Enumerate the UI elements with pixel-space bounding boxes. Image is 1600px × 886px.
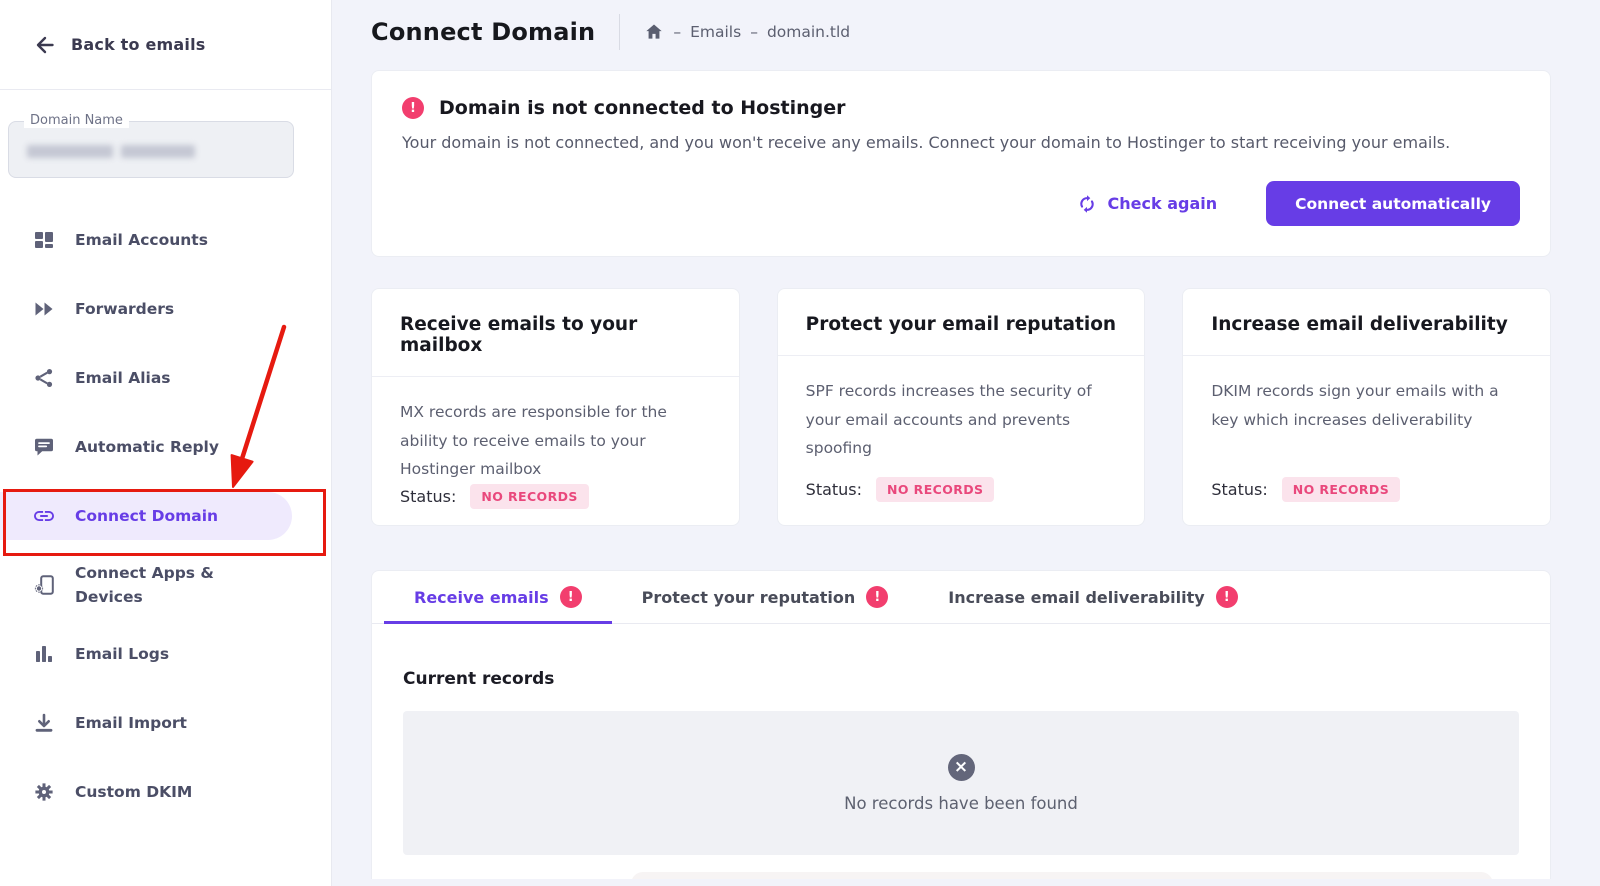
- status-label: Status:: [806, 480, 862, 499]
- share-nodes-icon: [32, 366, 56, 390]
- warning-badge-icon: !: [1216, 586, 1238, 608]
- sidebar-menu: Email Accounts Forwarders Email Alias Au…: [0, 216, 331, 816]
- sidebar-item-forwarders[interactable]: Forwarders: [0, 285, 331, 333]
- device-gear-icon: [32, 573, 56, 597]
- tab-receive-emails[interactable]: Receive emails !: [384, 571, 612, 623]
- status-badge: NO RECORDS: [470, 484, 588, 509]
- home-icon[interactable]: [644, 22, 664, 42]
- gear-icon: [32, 780, 56, 804]
- status-badge: NO RECORDS: [1282, 477, 1400, 502]
- sidebar-item-label: Connect Apps & Devices: [75, 561, 235, 609]
- bar-chart-icon: [32, 642, 56, 666]
- sidebar-item-label: Forwarders: [75, 297, 174, 321]
- redacted-domain-text: [121, 145, 195, 158]
- tab-protect-your-reputation[interactable]: Protect your reputation !: [612, 571, 919, 623]
- mx-records-card: Receive emails to your mailbox MX record…: [371, 288, 740, 526]
- sidebar-item-connect-apps-devices[interactable]: Connect Apps & Devices: [0, 561, 331, 609]
- page-title: Connect Domain: [371, 18, 595, 46]
- sidebar-item-automatic-reply[interactable]: Automatic Reply: [0, 423, 331, 471]
- status-badge: NO RECORDS: [876, 477, 994, 502]
- sidebar-item-label: Automatic Reply: [75, 435, 219, 459]
- alert-actions: Check again Connect automatically: [402, 181, 1520, 226]
- current-records-heading: Current records: [403, 669, 1519, 689]
- tab-increase-email-deliverability[interactable]: Increase email deliverability !: [918, 571, 1267, 623]
- chat-message-icon: [32, 435, 56, 459]
- breadcrumb-item-domain: domain.tld: [767, 23, 850, 41]
- header-divider: [619, 14, 620, 50]
- alert-description: Your domain is not connected, and you wo…: [402, 133, 1520, 152]
- sidebar-item-email-accounts[interactable]: Email Accounts: [0, 216, 331, 264]
- sidebar-item-custom-dkim[interactable]: Custom DKIM: [0, 768, 331, 816]
- card-title: Increase email deliverability: [1183, 289, 1550, 356]
- domain-name-field[interactable]: Domain Name: [8, 121, 294, 178]
- email-accounts-grid-icon: [32, 228, 56, 252]
- no-records-empty-state: × No records have been found: [403, 711, 1519, 855]
- arrow-left-icon: [33, 33, 57, 57]
- forwarders-double-arrow-icon: [32, 297, 56, 321]
- sidebar-item-label: Email Logs: [75, 642, 169, 666]
- tab-label: Increase email deliverability: [948, 588, 1204, 607]
- dkim-records-card: Increase email deliverability DKIM recor…: [1182, 288, 1551, 526]
- check-again-button[interactable]: Check again: [1076, 193, 1218, 215]
- sidebar-item-email-alias[interactable]: Email Alias: [0, 354, 331, 402]
- x-circle-icon: ×: [948, 754, 975, 781]
- main-content: Connect Domain – Emails – domain.tld ! D…: [332, 0, 1600, 886]
- records-tabs: Receive emails ! Protect your reputation…: [372, 571, 1550, 624]
- spf-records-card: Protect your email reputation SPF record…: [777, 288, 1146, 526]
- card-title: Protect your email reputation: [778, 289, 1145, 356]
- card-description: SPF records increases the security of yo…: [806, 377, 1117, 463]
- chain-link-icon: [32, 504, 56, 528]
- card-description: DKIM records sign your emails with a key…: [1211, 377, 1522, 434]
- status-label: Status:: [400, 487, 456, 506]
- sidebar-item-connect-domain[interactable]: Connect Domain: [0, 492, 292, 540]
- sidebar-item-label: Email Import: [75, 711, 187, 735]
- refresh-icon: [1076, 193, 1098, 215]
- alert-title: Domain is not connected to Hostinger: [439, 97, 846, 119]
- back-to-emails-button[interactable]: Back to emails: [0, 0, 331, 90]
- sidebar-item-label: Email Accounts: [75, 228, 208, 252]
- sidebar-item-label: Connect Domain: [75, 504, 218, 528]
- dns-summary-cards: Receive emails to your mailbox MX record…: [371, 288, 1551, 526]
- redacted-domain-text: [27, 145, 113, 158]
- status-label: Status:: [1211, 480, 1267, 499]
- records-panel: Receive emails ! Protect your reputation…: [371, 570, 1551, 879]
- back-to-emails-label: Back to emails: [71, 35, 206, 54]
- card-title: Receive emails to your mailbox: [372, 289, 739, 377]
- breadcrumb-item-emails[interactable]: Emails: [690, 23, 741, 41]
- breadcrumb: – Emails – domain.tld: [644, 22, 850, 42]
- card-description: MX records are responsible for the abili…: [400, 398, 711, 484]
- sidebar-item-label: Custom DKIM: [75, 780, 192, 804]
- exclamation-circle-icon: !: [402, 97, 424, 119]
- current-records-section: Current records × No records have been f…: [372, 624, 1550, 879]
- empty-state-message: No records have been found: [844, 794, 1078, 813]
- sidebar-item-email-logs[interactable]: Email Logs: [0, 630, 331, 678]
- tab-label: Protect your reputation: [642, 588, 856, 607]
- download-icon: [32, 711, 56, 735]
- breadcrumb-separator: –: [673, 23, 681, 41]
- domain-not-connected-alert: ! Domain is not connected to Hostinger Y…: [371, 70, 1551, 257]
- tab-label: Receive emails: [414, 588, 549, 607]
- warning-badge-icon: !: [866, 586, 888, 608]
- warning-badge-icon: !: [560, 586, 582, 608]
- connect-automatically-button[interactable]: Connect automatically: [1266, 181, 1520, 226]
- domain-name-label: Domain Name: [24, 113, 129, 128]
- connect-domain-page: { "sidebar": { "back_label": "Back to em…: [0, 0, 1600, 886]
- page-header: Connect Domain – Emails – domain.tld: [371, 0, 1551, 64]
- sidebar-item-email-import[interactable]: Email Import: [0, 699, 331, 747]
- next-section-edge: [631, 872, 1493, 879]
- breadcrumb-separator: –: [750, 23, 758, 41]
- sidebar-item-label: Email Alias: [75, 366, 171, 390]
- check-again-label: Check again: [1108, 194, 1218, 213]
- email-sidebar: Back to emails Domain Name Email Account…: [0, 0, 332, 886]
